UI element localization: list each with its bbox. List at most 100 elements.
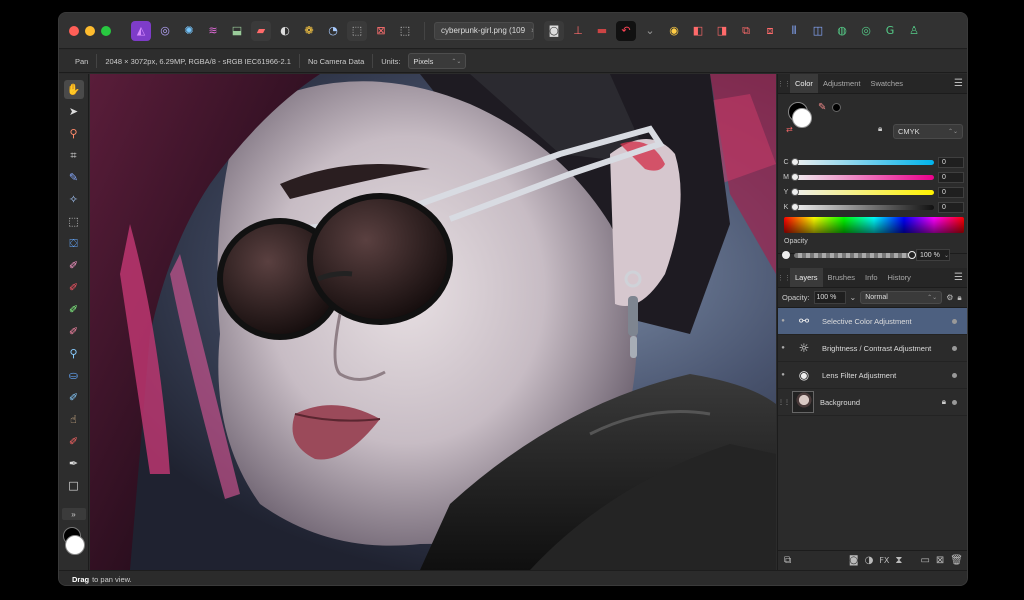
studio-share-button[interactable]: G (880, 21, 900, 41)
new-group-icon[interactable]: ▭ (920, 555, 929, 566)
layer-visibility-dot[interactable] (952, 399, 957, 405)
layer-opacity-field[interactable]: 100 % (813, 291, 846, 304)
color-replacement-tool[interactable]: ✐ (64, 278, 84, 297)
user-account-button[interactable]: ♙ (904, 21, 924, 41)
slider-knob[interactable] (791, 172, 799, 181)
studio-panels-button[interactable]: ◫ (808, 21, 828, 41)
tab-swatches[interactable]: Swatches (865, 74, 908, 93)
move-tool[interactable]: ➤ (64, 102, 84, 121)
hourglass-icon[interactable]: ⧗ (895, 555, 902, 566)
slider-track[interactable] (791, 202, 934, 211)
clone-tool[interactable]: ⛀ (64, 366, 84, 385)
layer-row[interactable]: ⋮⋮ Background 🔒︎ (778, 389, 967, 416)
view-tool[interactable]: ✋ (63, 80, 84, 99)
new-pixel-layer-icon[interactable]: ⊠ (936, 555, 944, 566)
quick-mask-button[interactable]: ◙ (544, 20, 564, 41)
layer-row[interactable]: ● ◉ Lens Filter Adjustment (778, 362, 967, 389)
color-spectrum[interactable] (784, 217, 964, 233)
tab-color[interactable]: Color (790, 74, 818, 93)
persona-liquify-button[interactable]: ◎ (155, 21, 175, 41)
dodge-tool[interactable]: ⚲ (64, 344, 84, 363)
drag-handle-icon[interactable]: ⋮⋮ (778, 399, 790, 406)
auto-white-balance-button[interactable]: ◔ (323, 21, 343, 41)
blend-mode-select[interactable]: Normal ⌃⌄ (860, 291, 943, 304)
erase-brush-tool[interactable]: ✐ (64, 322, 84, 341)
window-minimize-button[interactable] (85, 25, 95, 36)
paint-brush-tool[interactable]: ✐ (64, 256, 84, 275)
paint-mixer-tool[interactable]: ✐ (64, 300, 84, 319)
slider-value-field[interactable]: 0 (938, 156, 964, 168)
deselect-button[interactable]: ⊠ (371, 21, 391, 41)
pen-tool[interactable]: ✒ (64, 454, 84, 473)
visibility-icon[interactable]: ● (778, 345, 788, 351)
persona-develop-button[interactable]: ✺ (179, 21, 199, 41)
snapping-button[interactable]: ⊥ (568, 21, 588, 41)
layer-visibility-dot[interactable] (952, 345, 957, 351)
slider-knob[interactable] (791, 157, 799, 166)
lock-icon[interactable]: 🔒︎ (942, 397, 946, 407)
studio-stack-button[interactable]: ◎ (856, 21, 876, 41)
toggle-overlay-button[interactable]: ▬ (592, 21, 612, 41)
grip-icon[interactable]: ⋮⋮ (777, 268, 791, 287)
close-icon[interactable]: × (531, 26, 533, 35)
document-tab[interactable]: cyberpunk-girl.png (109 × (434, 21, 534, 40)
chevron-down-icon[interactable]: ⌄ (850, 293, 857, 302)
opacity-slider-knob[interactable] (908, 250, 916, 259)
window-maximize-button[interactable] (101, 25, 111, 36)
slider-track[interactable] (791, 187, 934, 196)
slider-track[interactable] (791, 157, 934, 166)
layer-row[interactable]: ● ⚯ Selective Color Adjustment (778, 308, 967, 335)
slider-value-field[interactable]: 0 (938, 186, 964, 198)
red-eye-tool[interactable]: ✐ (64, 432, 84, 451)
auto-colors-button[interactable]: ❁ (299, 21, 319, 41)
rectangle-tool[interactable]: □ (64, 476, 84, 495)
chat-bubble-button[interactable]: ◉ (664, 21, 684, 41)
tab-brushes[interactable]: Brushes (823, 268, 861, 287)
slider-value-field[interactable]: 0 (938, 201, 964, 213)
boolean-add-button[interactable]: ⧉ (736, 21, 756, 41)
slider-track[interactable] (791, 172, 934, 181)
panel-menu-icon[interactable]: ☰ (954, 78, 963, 89)
mask-layer-icon[interactable]: ◙ (849, 555, 859, 566)
opacity-slider[interactable] (794, 250, 916, 259)
layer-row[interactable]: ● ☼ Brightness / Contrast Adjustment (778, 335, 967, 362)
auto-contrast-button[interactable]: ◐ (275, 21, 295, 41)
flood-select-tool[interactable]: ✧ (64, 190, 84, 209)
chevron-down-icon[interactable]: ⌄ (944, 252, 949, 259)
smudge-tool[interactable]: ☝ (64, 410, 84, 429)
align-button[interactable]: ⫴ (784, 21, 804, 41)
secondary-color-swatch[interactable] (64, 535, 85, 555)
chevron-down-icon[interactable]: ⌄ (640, 21, 660, 41)
layer-visibility-dot[interactable] (952, 372, 957, 378)
swap-colors-icon[interactable]: ⇄ (786, 125, 793, 134)
marquee-tool[interactable]: ⬚ (64, 212, 84, 231)
arrange-back-button[interactable]: ◧ (688, 21, 708, 41)
boolean-subtract-button[interactable]: ⧈ (760, 21, 780, 41)
opacity-field[interactable]: 100 % ⌄ (916, 249, 950, 261)
auto-levels-button[interactable]: ▰ (251, 20, 271, 41)
arrange-forward-button[interactable]: ◨ (712, 21, 732, 41)
crop-tool[interactable]: ⌗ (64, 146, 84, 165)
trash-icon[interactable]: 🗑︎ (950, 555, 963, 566)
visibility-icon[interactable]: ● (778, 372, 788, 378)
tab-info[interactable]: Info (860, 268, 883, 287)
persona-photo-button[interactable]: ◭ (131, 20, 151, 41)
tab-adjustment[interactable]: Adjustment (818, 74, 866, 93)
units-select[interactable]: Pixels ⌃⌄ (408, 53, 467, 69)
tab-history[interactable]: History (883, 268, 916, 287)
color-mode-select[interactable]: CMYK ⌃⌄ (893, 124, 963, 139)
layers-panel-options-icon[interactable]: ⧉ (784, 555, 791, 566)
color-picker-tool[interactable]: ⚲ (64, 124, 84, 143)
selection-brush-tool[interactable]: ✎ (64, 168, 84, 187)
gear-icon[interactable]: ⚙ (946, 293, 953, 302)
stroke-color-swatch[interactable] (792, 108, 812, 128)
tab-layers[interactable]: Layers (790, 268, 823, 287)
invert-selection-button[interactable]: ⬚ (395, 21, 415, 41)
live-filters-icon[interactable]: FX (879, 556, 889, 565)
marquee-select-button[interactable]: ⬚ (347, 20, 367, 41)
grip-icon[interactable]: ⋮⋮ (777, 74, 791, 93)
persona-tone-mapping-button[interactable]: ≋ (203, 21, 223, 41)
persona-export-button[interactable]: ⬓ (227, 21, 247, 41)
slider-knob[interactable] (791, 187, 799, 196)
expand-toolbox-button[interactable]: » (61, 508, 86, 520)
